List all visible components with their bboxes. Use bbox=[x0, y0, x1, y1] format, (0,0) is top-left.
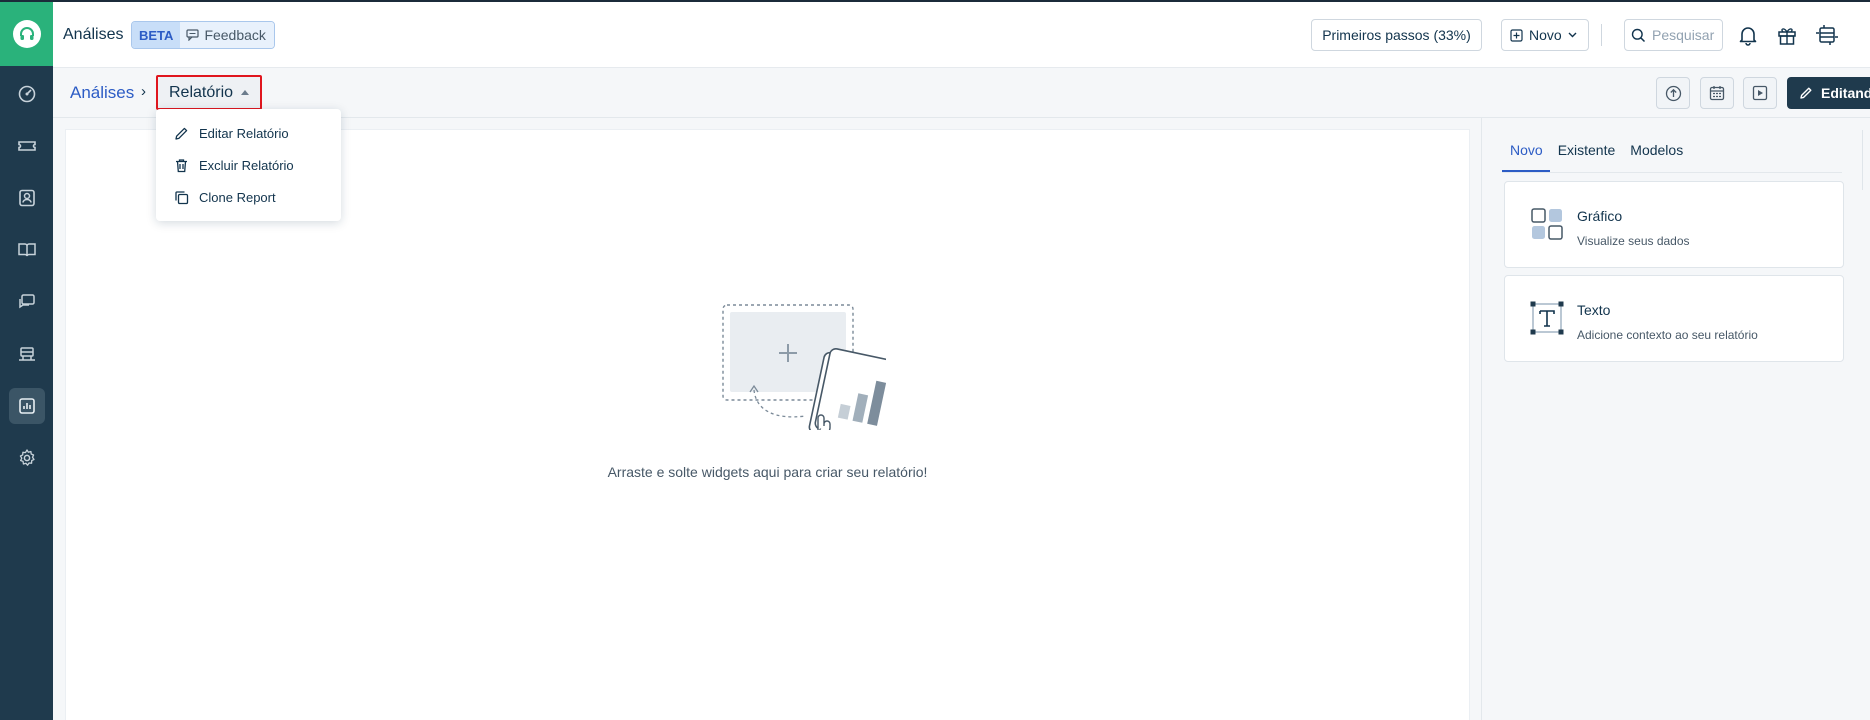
apps-switcher-icon[interactable] bbox=[1814, 22, 1840, 48]
nav-settings-gear-icon[interactable] bbox=[9, 440, 45, 476]
editing-button[interactable]: Editando bbox=[1787, 77, 1870, 109]
caret-up-icon bbox=[241, 90, 250, 95]
widget-panel: Novo Existente Modelos Gráfico Visualize… bbox=[1481, 118, 1870, 720]
present-button[interactable] bbox=[1743, 77, 1777, 109]
page-title: Análises bbox=[63, 26, 124, 43]
header-divider bbox=[1601, 24, 1602, 46]
schedule-button[interactable] bbox=[1700, 77, 1734, 109]
top-header: Análises BETA Feedback Primeiros passos … bbox=[53, 2, 1870, 68]
new-label: Novo bbox=[1529, 27, 1562, 43]
nav-analytics-icon[interactable] bbox=[8, 388, 45, 424]
tab-existing[interactable]: Existente bbox=[1550, 142, 1623, 172]
chart-widget-title: Gráfico bbox=[1577, 208, 1623, 224]
breadcrumb-separator: › bbox=[141, 83, 146, 100]
drag-drop-illustration bbox=[722, 304, 886, 430]
beta-badge: BETA bbox=[132, 22, 181, 48]
nav-knowledge-book-icon[interactable] bbox=[9, 232, 45, 268]
widget-tabs: Novo Existente Modelos bbox=[1502, 118, 1842, 173]
text-widget-card[interactable]: Texto Adicione contexto ao seu relatório bbox=[1504, 275, 1844, 362]
first-steps-button[interactable]: Primeiros passos (33%) bbox=[1311, 19, 1482, 51]
notifications-bell-icon[interactable] bbox=[1735, 22, 1761, 48]
clone-report-item[interactable]: Clone Report bbox=[156, 181, 341, 213]
search-box[interactable] bbox=[1624, 19, 1723, 51]
beta-feedback-badge: BETA Feedback bbox=[131, 21, 275, 49]
chart-widget-card[interactable]: Gráfico Visualize seus dados bbox=[1504, 181, 1844, 268]
export-icon bbox=[1665, 85, 1681, 101]
chart-widget-icon bbox=[1531, 208, 1563, 240]
report-menu-toggle[interactable]: Relatório bbox=[156, 75, 262, 110]
new-button[interactable]: Novo bbox=[1501, 19, 1589, 51]
trash-icon bbox=[176, 158, 187, 172]
text-widget-icon bbox=[1530, 301, 1564, 335]
empty-canvas-message: Arraste e solte widgets aqui para criar … bbox=[607, 464, 928, 480]
delete-report-label: Excluir Relatório bbox=[199, 157, 294, 173]
calendar-icon bbox=[1709, 86, 1725, 101]
chevron-down-icon bbox=[1568, 32, 1577, 38]
text-widget-subtitle: Adicione contexto ao seu relatório bbox=[1577, 328, 1758, 342]
feedback-icon bbox=[186, 29, 200, 41]
delete-report-item[interactable]: Excluir Relatório bbox=[156, 149, 341, 181]
first-steps-label: Primeiros passos (33%) bbox=[1322, 27, 1471, 43]
tab-new[interactable]: Novo bbox=[1502, 142, 1550, 172]
report-actions-dropdown: Editar Relatório Excluir Relatório Clone… bbox=[156, 109, 341, 221]
nav-conversations-icon[interactable] bbox=[9, 284, 45, 320]
clone-report-label: Clone Report bbox=[199, 189, 276, 205]
editing-label: Editando bbox=[1821, 85, 1870, 101]
copy-icon bbox=[175, 190, 189, 204]
breadcrumb-analytics-link[interactable]: Análises bbox=[70, 83, 134, 103]
pencil-white-icon bbox=[1800, 87, 1812, 99]
pencil-icon bbox=[175, 127, 188, 140]
export-button[interactable] bbox=[1656, 77, 1690, 109]
gift-icon[interactable] bbox=[1774, 22, 1800, 48]
nav-tickets-icon[interactable] bbox=[9, 128, 45, 164]
chart-widget-subtitle: Visualize seus dados bbox=[1577, 234, 1690, 248]
search-input[interactable] bbox=[1652, 27, 1716, 43]
play-icon bbox=[1752, 85, 1768, 101]
app-logo[interactable] bbox=[0, 2, 53, 66]
text-widget-title: Texto bbox=[1577, 302, 1611, 318]
feedback-label: Feedback bbox=[204, 27, 266, 43]
left-nav-rail bbox=[0, 2, 53, 720]
search-icon bbox=[1631, 28, 1646, 42]
plus-box-icon bbox=[1510, 28, 1523, 42]
feedback-button[interactable]: Feedback bbox=[180, 22, 274, 48]
breadcrumb-current: Relatório bbox=[168, 83, 234, 101]
edit-report-item[interactable]: Editar Relatório bbox=[156, 117, 341, 149]
panel-collapse-edge bbox=[1862, 130, 1870, 190]
nav-assets-icon[interactable] bbox=[9, 336, 45, 372]
nav-contacts-icon[interactable] bbox=[9, 180, 45, 216]
nav-dashboard-icon[interactable] bbox=[9, 76, 45, 112]
tab-templates[interactable]: Modelos bbox=[1622, 142, 1690, 172]
headset-logo-icon bbox=[12, 20, 41, 48]
edit-report-label: Editar Relatório bbox=[199, 125, 289, 141]
